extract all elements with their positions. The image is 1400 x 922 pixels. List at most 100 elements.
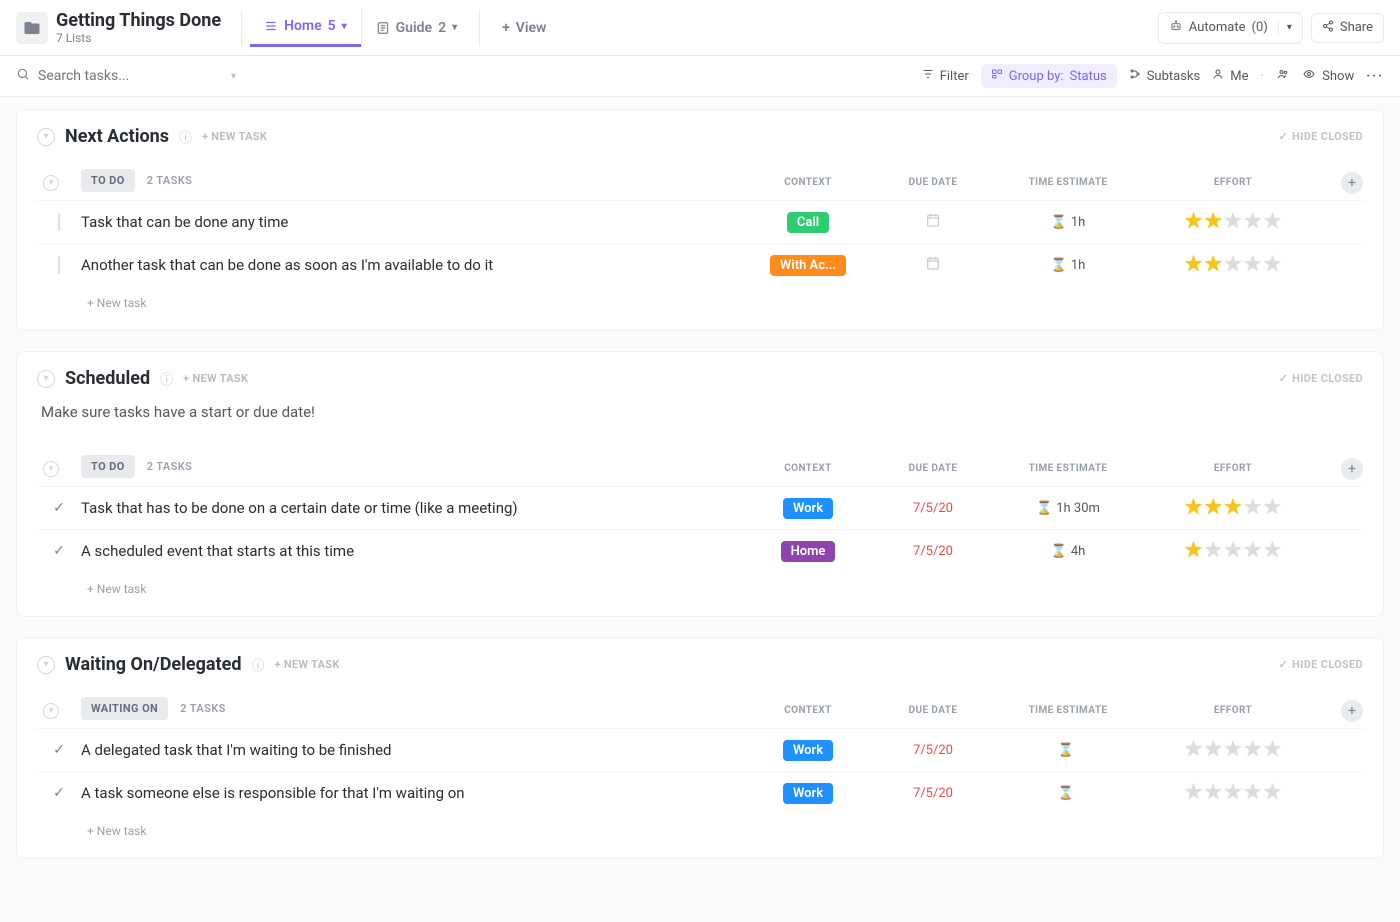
check-icon[interactable]: ✓ xyxy=(53,785,65,801)
me-button[interactable]: Me xyxy=(1212,68,1248,84)
group-by-button[interactable]: Group by: Status xyxy=(981,64,1117,88)
chevron-down-icon[interactable]: ▾ xyxy=(231,71,236,82)
section-title[interactable]: Next Actions xyxy=(65,126,169,147)
effort-stars[interactable]: ★★★★★ xyxy=(1143,254,1323,276)
add-view-button[interactable]: + View xyxy=(488,10,560,46)
task-row[interactable]: ✓ A scheduled event that starts at this … xyxy=(37,529,1363,572)
status-group: ▾ TO DO 2 TASKS CONTEXT DUE DATE TIME ES… xyxy=(37,165,1363,310)
show-button[interactable]: Show xyxy=(1302,68,1354,84)
col-effort[interactable]: EFFORT xyxy=(1143,177,1323,188)
check-icon[interactable]: ✓ xyxy=(53,543,65,559)
effort-stars[interactable]: ★★★★★ xyxy=(1143,540,1323,562)
new-task-button[interactable]: + NEW TASK xyxy=(202,130,267,143)
assignees-button[interactable] xyxy=(1276,68,1290,84)
status-chip[interactable]: WAITING ON xyxy=(81,697,168,720)
col-time-estimate[interactable]: TIME ESTIMATE xyxy=(993,463,1143,474)
col-context[interactable]: CONTEXT xyxy=(743,463,873,474)
task-name[interactable]: A delegated task that I'm waiting to be … xyxy=(81,741,743,759)
task-count: 2 TASKS xyxy=(180,702,226,715)
effort-stars[interactable]: ★★★★★ xyxy=(1143,782,1323,804)
time-estimate-value[interactable]: ⌛4h xyxy=(1051,544,1086,559)
add-column-button[interactable]: + xyxy=(1341,458,1363,480)
task-name[interactable]: Task that has to be done on a certain da… xyxy=(81,499,743,517)
due-date-value[interactable]: 7/5/20 xyxy=(913,743,953,758)
check-icon[interactable]: ✓ xyxy=(53,500,65,516)
task-row[interactable]: ✓ A delegated task that I'm waiting to b… xyxy=(37,728,1363,771)
context-tag[interactable]: Work xyxy=(783,498,833,519)
add-column-button[interactable]: + xyxy=(1341,700,1363,722)
due-date-value[interactable]: 7/5/20 xyxy=(913,544,953,559)
col-due-date[interactable]: DUE DATE xyxy=(873,177,993,188)
col-due-date[interactable]: DUE DATE xyxy=(873,463,993,474)
folder-icon[interactable] xyxy=(16,12,48,44)
hide-closed-button[interactable]: ✓ HIDE CLOSED xyxy=(1279,658,1363,671)
context-tag[interactable]: Home xyxy=(781,541,836,562)
task-name[interactable]: A task someone else is responsible for t… xyxy=(81,784,743,802)
list-section: ▾ Waiting On/Delegated ⓘ + NEW TASK ✓ HI… xyxy=(16,637,1384,859)
time-estimate-value[interactable]: ⌛1h xyxy=(1051,258,1086,273)
col-time-estimate[interactable]: TIME ESTIMATE xyxy=(993,705,1143,716)
hourglass-icon[interactable]: ⌛ xyxy=(1058,743,1074,758)
tab-guide[interactable]: Guide 2 ▾ xyxy=(362,8,471,47)
section-title[interactable]: Scheduled xyxy=(65,368,150,389)
hide-closed-button[interactable]: ✓ HIDE CLOSED xyxy=(1279,130,1363,143)
context-tag[interactable]: Call xyxy=(787,212,829,233)
status-chip[interactable]: TO DO xyxy=(81,455,135,478)
context-tag[interactable]: Work xyxy=(783,740,833,761)
new-task-inline[interactable]: + New task xyxy=(37,814,1363,838)
effort-stars[interactable]: ★★★★★ xyxy=(1143,739,1323,761)
col-effort[interactable]: EFFORT xyxy=(1143,463,1323,474)
collapse-group-icon[interactable]: ▾ xyxy=(43,461,59,477)
col-context[interactable]: CONTEXT xyxy=(743,177,873,188)
add-column-button[interactable]: + xyxy=(1341,172,1363,194)
collapse-section-icon[interactable]: ▾ xyxy=(37,128,55,146)
filter-button[interactable]: Filter xyxy=(922,68,969,84)
collapse-group-icon[interactable]: ▾ xyxy=(43,703,59,719)
tab-home[interactable]: Home 5 ▾ xyxy=(250,8,361,47)
share-button[interactable]: Share xyxy=(1311,13,1384,43)
status-square[interactable] xyxy=(58,256,60,274)
time-estimate-value[interactable]: ⌛1h xyxy=(1051,215,1086,230)
more-button[interactable]: ··· xyxy=(1366,69,1384,84)
calendar-icon[interactable] xyxy=(925,256,941,275)
context-tag[interactable]: Work xyxy=(783,783,833,804)
new-task-inline[interactable]: + New task xyxy=(37,572,1363,596)
col-effort[interactable]: EFFORT xyxy=(1143,705,1323,716)
collapse-section-icon[interactable]: ▾ xyxy=(37,370,55,388)
effort-stars[interactable]: ★★★★★ xyxy=(1143,211,1323,233)
automate-button[interactable]: Automate (0) ▾ xyxy=(1158,12,1303,44)
section-title[interactable]: Waiting On/Delegated xyxy=(65,654,242,675)
status-chip[interactable]: TO DO xyxy=(81,169,135,192)
check-icon[interactable]: ✓ xyxy=(53,742,65,758)
context-tag[interactable]: With Ac... xyxy=(770,255,846,276)
time-estimate-value[interactable]: ⌛1h 30m xyxy=(1036,501,1100,516)
automate-label: Automate xyxy=(1189,20,1246,35)
new-task-inline[interactable]: + New task xyxy=(37,286,1363,310)
task-name[interactable]: Task that can be done any time xyxy=(81,213,743,231)
status-square[interactable] xyxy=(58,213,60,231)
info-icon[interactable]: ⓘ xyxy=(160,369,173,388)
col-context[interactable]: CONTEXT xyxy=(743,705,873,716)
due-date-value[interactable]: 7/5/20 xyxy=(913,501,953,516)
collapse-group-icon[interactable]: ▾ xyxy=(43,175,59,191)
task-name[interactable]: A scheduled event that starts at this ti… xyxy=(81,542,743,560)
task-row[interactable]: Another task that can be done as soon as… xyxy=(37,243,1363,286)
task-name[interactable]: Another task that can be done as soon as… xyxy=(81,256,743,274)
search-input[interactable] xyxy=(38,68,223,84)
hourglass-icon[interactable]: ⌛ xyxy=(1058,786,1074,801)
task-row[interactable]: ✓ Task that has to be done on a certain … xyxy=(37,486,1363,529)
hide-closed-button[interactable]: ✓ HIDE CLOSED xyxy=(1279,372,1363,385)
subtasks-button[interactable]: Subtasks xyxy=(1129,68,1201,84)
info-icon[interactable]: ⓘ xyxy=(179,127,192,146)
new-task-button[interactable]: + NEW TASK xyxy=(275,658,340,671)
calendar-icon[interactable] xyxy=(925,213,941,232)
col-time-estimate[interactable]: TIME ESTIMATE xyxy=(993,177,1143,188)
col-due-date[interactable]: DUE DATE xyxy=(873,705,993,716)
info-icon[interactable]: ⓘ xyxy=(252,655,265,674)
due-date-value[interactable]: 7/5/20 xyxy=(913,786,953,801)
task-row[interactable]: ✓ A task someone else is responsible for… xyxy=(37,771,1363,814)
new-task-button[interactable]: + NEW TASK xyxy=(183,372,248,385)
collapse-section-icon[interactable]: ▾ xyxy=(37,656,55,674)
effort-stars[interactable]: ★★★★★ xyxy=(1143,497,1323,519)
task-row[interactable]: Task that can be done any time Call ⌛1h … xyxy=(37,200,1363,243)
